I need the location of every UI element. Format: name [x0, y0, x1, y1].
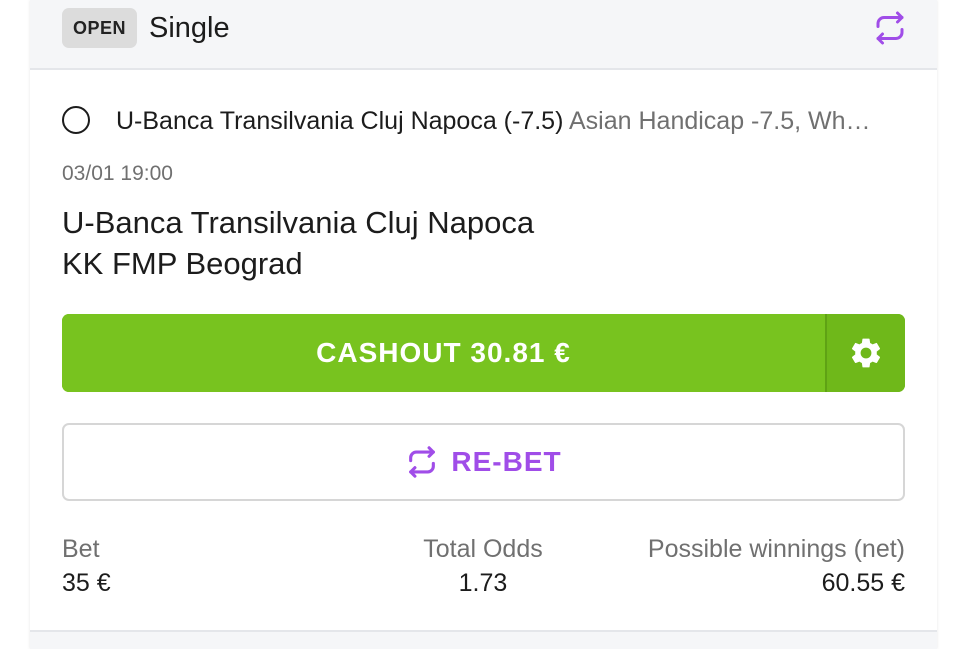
- selection-row: U-Banca Transilvania Cluj Napoca (-7.5) …: [62, 102, 904, 140]
- odds-label: Total Odds: [423, 535, 543, 563]
- card-footer-strip: [30, 632, 937, 649]
- odds-value: 1.73: [458, 569, 508, 597]
- rebet-content: RE-BET: [64, 425, 903, 499]
- winnings-label: Possible winnings (net): [647, 535, 905, 563]
- repeat-icon: [409, 446, 436, 478]
- bet-card: OPEN Single U-Banca Transilvania Cluj Na…: [30, 0, 937, 649]
- status-badge: OPEN: [62, 8, 137, 48]
- cashout-group: CASHOUT 30.81 €: [62, 314, 905, 392]
- selection-radio[interactable]: [62, 106, 90, 134]
- rebet-button[interactable]: RE-BET: [62, 423, 905, 501]
- summary-bet: Bet 35 €: [62, 533, 111, 603]
- selection-market: Asian Handicap -7.5, Wh…: [569, 107, 871, 135]
- selection-name: U-Banca Transilvania Cluj Napoca (-7.5): [116, 107, 564, 135]
- bet-type-label: Single: [149, 12, 230, 44]
- bet-label: Bet: [62, 535, 100, 563]
- left-margin: [0, 0, 30, 649]
- summary-winnings: Possible winnings (net) 60.55 €: [648, 533, 905, 603]
- event-teams: U-Banca Transilvania Cluj Napoca KK FMP …: [62, 202, 534, 284]
- cashout-button[interactable]: CASHOUT 30.81 €: [62, 314, 825, 392]
- away-team: KK FMP Beograd: [62, 246, 303, 281]
- event-time: 03/01 19:00: [62, 162, 173, 185]
- rebet-label: RE-BET: [451, 446, 562, 477]
- home-team: U-Banca Transilvania Cluj Napoca: [62, 205, 535, 240]
- cashout-settings-button[interactable]: [827, 314, 905, 392]
- page: OPEN Single U-Banca Transilvania Cluj Na…: [0, 0, 960, 649]
- gear-icon: [851, 338, 881, 368]
- selection-text: U-Banca Transilvania Cluj Napoca (-7.5) …: [116, 102, 904, 140]
- winnings-value: 60.55 €: [821, 569, 905, 597]
- bet-value: 35 €: [62, 569, 111, 597]
- bet-card-header: OPEN Single: [30, 0, 937, 70]
- summary-odds: Total Odds 1.73: [420, 533, 546, 603]
- repeat-icon[interactable]: [872, 10, 908, 46]
